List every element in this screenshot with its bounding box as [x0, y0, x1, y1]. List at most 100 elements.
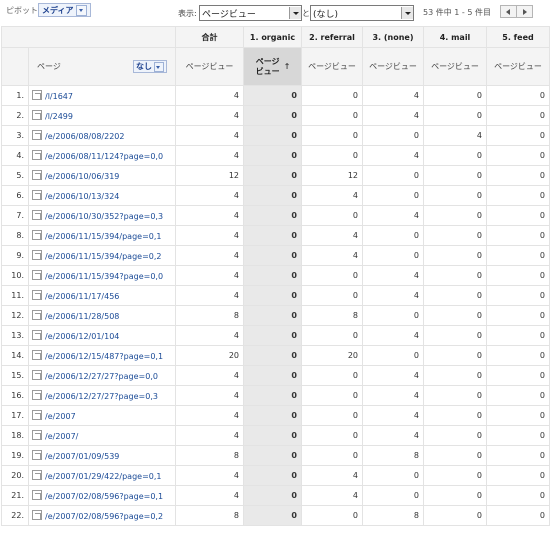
external-link-icon[interactable]	[32, 270, 42, 280]
page-link[interactable]: /l/1647	[45, 92, 73, 101]
total-cell: 4	[175, 385, 244, 406]
external-link-icon[interactable]	[32, 370, 42, 380]
value-cell: 0	[243, 185, 302, 206]
column-header[interactable]: 1. organic	[243, 26, 302, 48]
external-link-icon[interactable]	[32, 290, 42, 300]
page-column-header: ページ なし	[28, 47, 176, 86]
page-link[interactable]: /e/2006/12/15/487?page=0,1	[45, 352, 163, 361]
value-cell: 0	[243, 485, 302, 506]
page-link[interactable]: /e/2006/08/08/2202	[45, 132, 124, 141]
total-cell: 8	[175, 305, 244, 326]
metric-subheader[interactable]: ページビュー	[175, 47, 244, 86]
pivot-dropdown[interactable]: メディア	[38, 3, 92, 17]
page-link[interactable]: /e/2007/02/08/596?page=0,1	[45, 492, 163, 501]
value-cell: 0	[486, 405, 550, 426]
row-index: 8.	[1, 225, 29, 246]
page-link[interactable]: /e/2007	[45, 412, 76, 421]
external-link-icon[interactable]	[32, 490, 42, 500]
metric-subheader[interactable]: ページビュー	[486, 47, 550, 86]
total-cell: 4	[175, 105, 244, 126]
value-cell: 0	[486, 185, 550, 206]
page-link[interactable]: /e/2007/	[45, 432, 78, 441]
metric-subheader[interactable]: ページビュー	[301, 47, 363, 86]
value-cell: 0	[486, 305, 550, 326]
page-link[interactable]: /e/2007/02/08/596?page=0,2	[45, 512, 163, 521]
value-cell: 0	[243, 285, 302, 306]
row-index: 19.	[1, 445, 29, 466]
column-header[interactable]: 4. mail	[423, 26, 487, 48]
table-row: 3./e/2006/08/08/2202 4 0 0 0 4 0	[1, 125, 550, 146]
page-link[interactable]: /e/2006/11/28/508	[45, 312, 119, 321]
page-cell: /e/2007/02/08/596?page=0,1	[28, 485, 176, 506]
external-link-icon[interactable]	[32, 410, 42, 420]
external-link-icon[interactable]	[32, 450, 42, 460]
dropdown-arrow-icon[interactable]	[289, 7, 301, 19]
external-link-icon[interactable]	[32, 190, 42, 200]
table-row: 16./e/2006/12/27/27?page=0,3 4 0 0 4 0 0	[1, 385, 550, 406]
value-cell: 0	[301, 385, 363, 406]
external-link-icon[interactable]	[32, 510, 42, 520]
sorted-metric-subheader[interactable]: ページビュー ↑	[243, 47, 302, 86]
external-link-icon[interactable]	[32, 90, 42, 100]
page-link[interactable]: /e/2006/12/01/104	[45, 332, 119, 341]
external-link-icon[interactable]	[32, 170, 42, 180]
metric-select[interactable]: ページビュー	[199, 5, 302, 21]
value-cell: 8	[362, 445, 424, 466]
value-cell: 0	[301, 285, 363, 306]
external-link-icon[interactable]	[32, 310, 42, 320]
page-link[interactable]: /e/2006/10/30/352?page=0,3	[45, 212, 163, 221]
external-link-icon[interactable]	[32, 390, 42, 400]
external-link-icon[interactable]	[32, 110, 42, 120]
external-link-icon[interactable]	[32, 130, 42, 140]
value-cell: 0	[362, 345, 424, 366]
value-cell: 0	[486, 165, 550, 186]
external-link-icon[interactable]	[32, 330, 42, 340]
total-cell: 4	[175, 245, 244, 266]
page-link[interactable]: /e/2007/01/29/422/page=0,1	[45, 472, 162, 481]
page-link[interactable]: /e/2006/10/06/319	[45, 172, 119, 181]
page-link[interactable]: /e/2006/12/27/27?page=0,0	[45, 372, 158, 381]
external-link-icon[interactable]	[32, 350, 42, 360]
page-link[interactable]: /e/2006/08/11/124?page=0,0	[45, 152, 163, 161]
total-cell: 8	[175, 505, 244, 526]
page-cell: /e/2006/08/11/124?page=0,0	[28, 145, 176, 166]
page-cell: /e/2007	[28, 405, 176, 426]
next-page-button[interactable]	[516, 5, 533, 18]
page-link[interactable]: /e/2006/11/15/394?page=0,0	[45, 272, 163, 281]
value-cell: 0	[243, 385, 302, 406]
page-link[interactable]: /e/2006/11/17/456	[45, 292, 119, 301]
value-cell: 0	[243, 445, 302, 466]
column-header[interactable]: 5. feed	[486, 26, 550, 48]
page-link[interactable]: /e/2006/11/15/394/page=0,2	[45, 252, 162, 261]
value-cell: 4	[301, 225, 363, 246]
dropdown-arrow-icon[interactable]	[401, 7, 413, 19]
page-filter-dropdown[interactable]: なし	[133, 60, 167, 73]
page-link[interactable]: /e/2006/11/15/394/page=0,1	[45, 232, 162, 241]
metric-subheader[interactable]: ページビュー	[423, 47, 487, 86]
external-link-icon[interactable]	[32, 230, 42, 240]
row-index: 14.	[1, 345, 29, 366]
show-label: 表示:	[178, 9, 197, 18]
prev-page-button[interactable]	[500, 5, 517, 18]
page-cell: /e/2006/10/13/324	[28, 185, 176, 206]
total-cell: 4	[175, 365, 244, 386]
table-row: 6./e/2006/10/13/324 4 0 4 0 0 0	[1, 185, 550, 206]
page-link[interactable]: /e/2007/01/09/539	[45, 452, 119, 461]
column-header[interactable]: 2. referral	[301, 26, 363, 48]
secondary-metric-select[interactable]: (なし)	[310, 5, 414, 21]
page-cell: /l/1647	[28, 85, 176, 106]
page-link[interactable]: /e/2006/12/27/27?page=0,3	[45, 392, 158, 401]
page-link[interactable]: /e/2006/10/13/324	[45, 192, 119, 201]
column-header[interactable]: 3. (none)	[362, 26, 424, 48]
metric-subheader[interactable]: ページビュー	[362, 47, 424, 86]
external-link-icon[interactable]	[32, 150, 42, 160]
page-link[interactable]: /l/2499	[45, 112, 73, 121]
value-cell: 4	[301, 245, 363, 266]
external-link-icon[interactable]	[32, 210, 42, 220]
external-link-icon[interactable]	[32, 250, 42, 260]
row-index: 5.	[1, 165, 29, 186]
external-link-icon[interactable]	[32, 470, 42, 480]
value-cell: 4	[362, 405, 424, 426]
external-link-icon[interactable]	[32, 430, 42, 440]
report-toolbar: ピボット: メディア 表示: ページビュー と (なし) 53 件中 1 - 5…	[0, 0, 550, 26]
